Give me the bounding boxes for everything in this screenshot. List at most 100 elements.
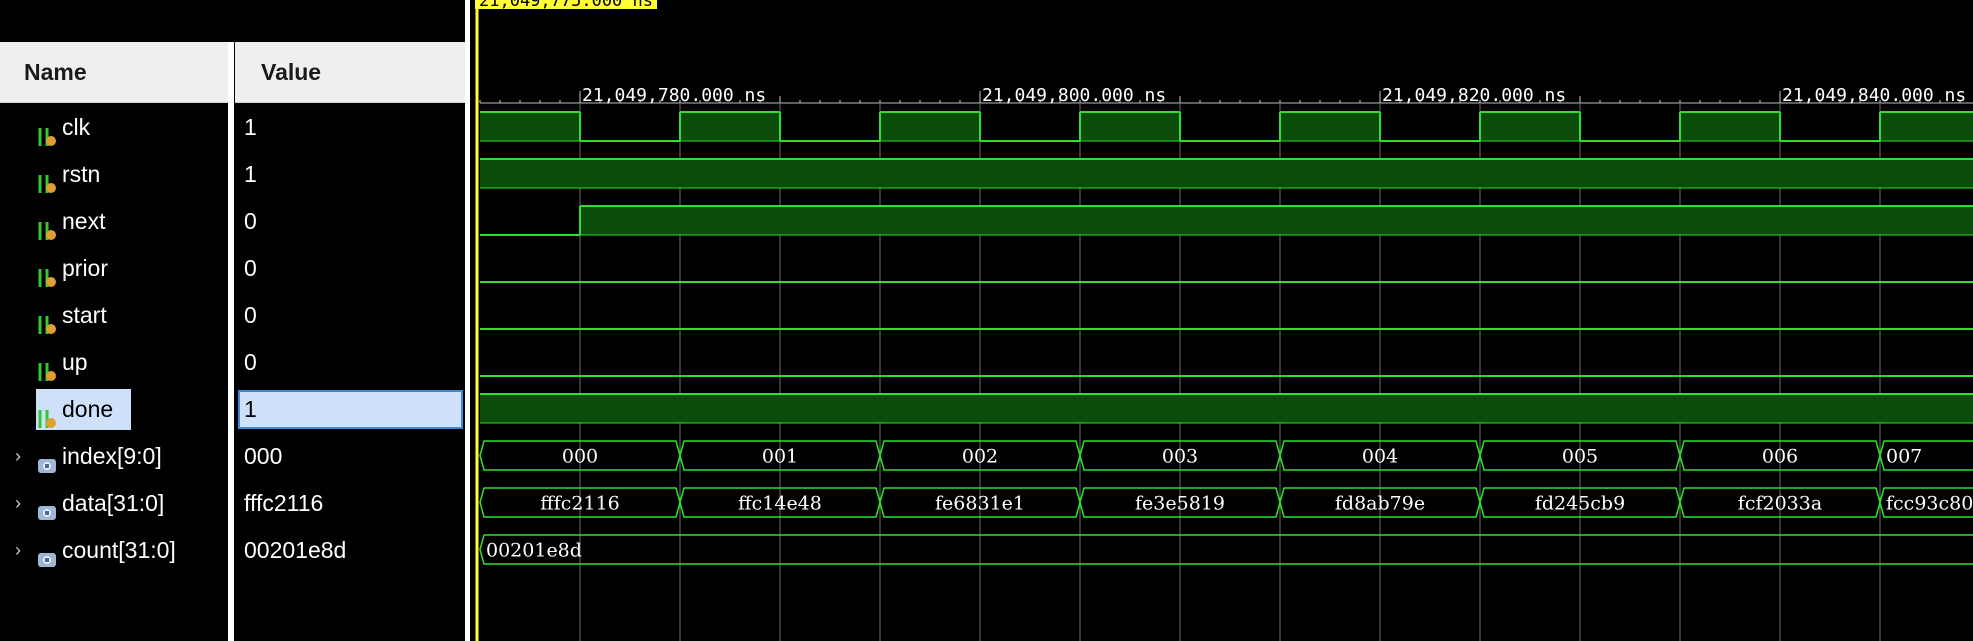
bus-value-label: 006 xyxy=(1762,446,1798,468)
high-level-fill xyxy=(480,394,1973,423)
signal-name: count[31:0] xyxy=(62,537,176,563)
value-row-rstn[interactable]: 1 xyxy=(235,151,465,198)
bus-value-label: 007 xyxy=(1886,446,1922,468)
high-level-fill xyxy=(480,112,580,141)
bit-signal-icon xyxy=(36,305,58,334)
signal-row-up[interactable]: up xyxy=(0,339,228,386)
bus-value-label: 001 xyxy=(762,446,798,468)
signal-value: 00201e8d xyxy=(244,537,347,563)
value-row-next[interactable]: 0 xyxy=(235,198,465,245)
value-header-label: Value xyxy=(261,59,322,85)
bit-signal-icon xyxy=(36,164,58,193)
signal-name: up xyxy=(62,349,88,375)
time-ruler[interactable]: 21,049,780.000 ns 21,049,800.000 ns 21,049… xyxy=(479,85,1973,106)
bus-value-label: fe6831e1 xyxy=(935,493,1025,515)
waveform-canvas[interactable]: 21,049,780.000 ns 21,049,800.000 ns 21,049… xyxy=(470,0,1973,641)
signal-row-start[interactable]: start xyxy=(0,292,228,339)
bit-signal-icon xyxy=(36,352,58,381)
value-row-index[interactable]: 000 xyxy=(235,433,465,480)
high-level-fill xyxy=(1480,112,1580,141)
expand-chevron-icon[interactable]: › xyxy=(10,433,26,480)
signal-value: 000 xyxy=(244,443,283,469)
value-row-data[interactable]: fffc2116 xyxy=(235,480,465,527)
name-header-label: Name xyxy=(24,59,87,85)
value-row-count[interactable]: 00201e8d xyxy=(235,527,465,574)
signal-value: 0 xyxy=(244,302,257,328)
waveform-rstn[interactable] xyxy=(480,158,1973,189)
bus-value-label: fffc2116 xyxy=(540,493,620,515)
signal-row-next[interactable]: next xyxy=(0,198,228,245)
bus-value-label: fcc93c80 xyxy=(1886,493,1973,515)
value-row-up[interactable]: 0 xyxy=(235,339,465,386)
bus-signal-icon xyxy=(36,493,58,520)
bus-value-label: fe3e5819 xyxy=(1135,493,1225,515)
signal-row-index[interactable]: › index[9:0] xyxy=(0,433,228,480)
signal-row-count[interactable]: › count[31:0] xyxy=(0,527,228,574)
high-level-fill xyxy=(680,112,780,141)
waveform-clk[interactable] xyxy=(480,111,1973,142)
expand-chevron-icon[interactable]: › xyxy=(10,480,26,527)
signal-row-data[interactable]: › data[31:0] xyxy=(0,480,228,527)
signal-row-prior[interactable]: prior xyxy=(0,245,228,292)
waveform-index[interactable]: 000 001 002 003 004 005 006 007 xyxy=(479,440,1973,471)
high-level-fill xyxy=(1880,112,1973,141)
bus-value-label: ffc14e48 xyxy=(738,493,822,515)
cursor-time-label: 21,049,775.000 ns xyxy=(475,0,657,9)
signal-name: next xyxy=(62,208,106,234)
bit-signal-icon xyxy=(36,211,58,240)
ruler-major-label: 21,049,840.000 ns xyxy=(1782,85,1966,106)
bus-value-label: 005 xyxy=(1562,446,1598,468)
bus-value-label: fd8ab79e xyxy=(1335,493,1425,515)
ruler-major-label: 21,049,780.000 ns xyxy=(582,85,766,106)
bus-segment xyxy=(479,534,1973,565)
signal-name: prior xyxy=(62,255,109,281)
ruler-major-label: 21,049,800.000 ns xyxy=(982,85,1166,106)
signal-value: 0 xyxy=(244,349,257,375)
value-row-clk[interactable]: 1 xyxy=(235,104,465,151)
bit-signal-icon xyxy=(36,258,58,287)
value-row-prior[interactable]: 0 xyxy=(235,245,465,292)
bus-value-label: 00201e8d xyxy=(486,540,582,562)
bus-value-label: 002 xyxy=(962,446,998,468)
signal-name: data[31:0] xyxy=(62,490,165,516)
high-level-fill xyxy=(580,206,1973,235)
signal-name: done xyxy=(62,396,114,422)
signal-name: rstn xyxy=(62,161,101,187)
signal-value: 1 xyxy=(244,396,257,422)
high-level-fill xyxy=(1280,112,1380,141)
ruler-major-label: 21,049,820.000 ns xyxy=(1382,85,1566,106)
value-row-done[interactable]: 1 xyxy=(235,386,465,433)
signal-name: start xyxy=(62,302,107,328)
bit-signal-icon xyxy=(36,117,58,146)
bus-value-label: 003 xyxy=(1162,446,1198,468)
high-level-fill xyxy=(480,159,1973,188)
value-column-header[interactable]: Value xyxy=(235,42,465,103)
signal-row-rstn[interactable]: rstn xyxy=(0,151,228,198)
waveform-next[interactable] xyxy=(480,205,1973,236)
bus-value-label: fcf2033a xyxy=(1738,493,1822,515)
signal-name: index[9:0] xyxy=(62,443,162,469)
waveform-count[interactable]: 00201e8d xyxy=(479,534,1973,565)
name-column-header[interactable]: Name xyxy=(0,42,228,103)
signal-value: 1 xyxy=(244,161,257,187)
high-level-fill xyxy=(1080,112,1180,141)
signal-name: clk xyxy=(62,114,91,140)
high-level-fill xyxy=(880,112,980,141)
signal-value: 1 xyxy=(244,114,257,140)
bus-signal-icon xyxy=(36,446,58,473)
bus-signal-icon xyxy=(36,540,58,567)
signal-row-clk[interactable]: clk xyxy=(0,104,228,151)
signal-value: fffc2116 xyxy=(244,490,324,516)
waveform-done[interactable] xyxy=(480,393,1973,424)
bus-value-label: 004 xyxy=(1362,446,1398,468)
values-panel: Value 1 1 0 0 0 0 1 000 fffc2116 00201e8d xyxy=(235,0,465,641)
column-splitter[interactable] xyxy=(228,42,234,641)
expand-chevron-icon[interactable]: › xyxy=(10,527,26,574)
signal-row-done[interactable]: done xyxy=(0,386,228,433)
waveform-data[interactable]: fffc2116 ffc14e48 fe6831e1 fe3e5819 fd8ab79e… xyxy=(479,487,1973,518)
signal-value: 0 xyxy=(244,208,257,234)
waveform-viewer[interactable]: 21,049,780.000 ns 21,049,800.000 ns 21,049… xyxy=(470,0,1973,641)
value-row-start[interactable]: 0 xyxy=(235,292,465,339)
bit-signal-icon xyxy=(36,399,58,428)
bus-value-label: fd245cb9 xyxy=(1535,493,1625,515)
